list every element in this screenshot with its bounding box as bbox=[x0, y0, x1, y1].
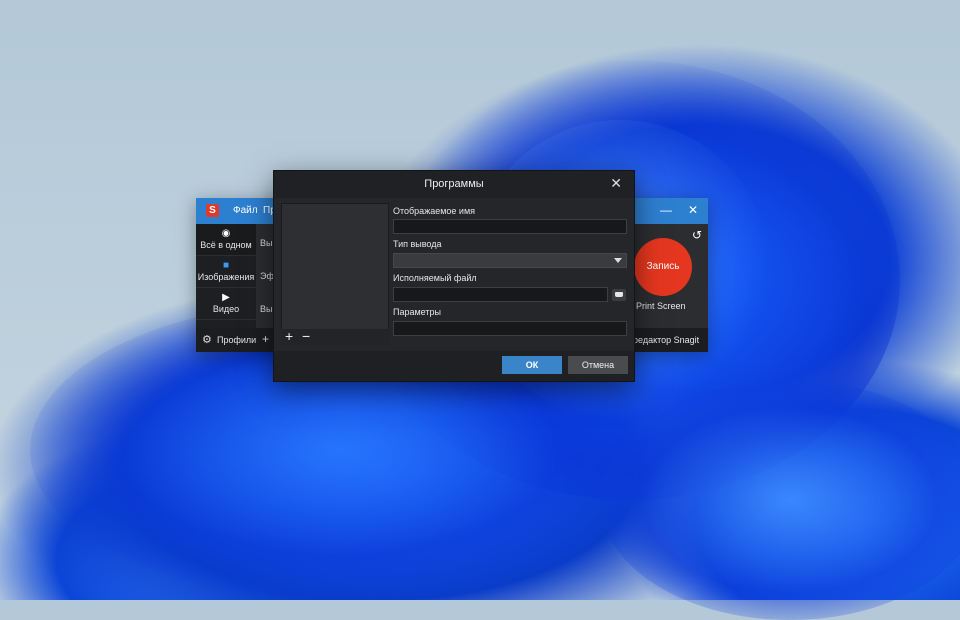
hotkey-label: Print Screen bbox=[636, 301, 686, 311]
dialog-title: Программы bbox=[424, 178, 484, 190]
add-program-button[interactable]: + bbox=[285, 328, 293, 344]
ok-button[interactable]: ОК bbox=[502, 356, 562, 374]
display-name-input[interactable] bbox=[393, 219, 627, 234]
menu-file[interactable]: Файл bbox=[233, 205, 258, 216]
output-type-label: Тип вывода bbox=[393, 239, 442, 249]
capture-option-2[interactable]: Эф bbox=[260, 271, 274, 281]
minimize-button[interactable]: — bbox=[660, 203, 672, 217]
reset-icon[interactable]: ↺ bbox=[692, 228, 702, 242]
output-type-select[interactable] bbox=[393, 253, 627, 268]
parameters-label: Параметры bbox=[393, 307, 441, 317]
gear-icon: ⚙ bbox=[202, 334, 212, 346]
programs-dialog: Программы ✕ + − Отображаемое имя Тип выв… bbox=[273, 170, 635, 382]
record-button[interactable]: Запись bbox=[634, 238, 692, 296]
add-profile-button[interactable]: + bbox=[262, 332, 269, 346]
close-button[interactable]: ✕ bbox=[688, 203, 698, 217]
capture-option-3[interactable]: Вы bbox=[260, 304, 272, 314]
executable-label: Исполняемый файл bbox=[393, 273, 477, 283]
dialog-close-button[interactable]: ✕ bbox=[610, 175, 622, 192]
mode-all-in-one[interactable]: ◉ Всё в одном bbox=[196, 224, 256, 256]
mode-label: Всё в одном bbox=[200, 240, 252, 250]
remove-program-button[interactable]: − bbox=[302, 328, 310, 344]
record-dot-icon: ◉ bbox=[221, 228, 231, 239]
profiles-button[interactable]: Профили bbox=[217, 335, 256, 345]
mode-label: Видео bbox=[212, 304, 240, 314]
executable-input[interactable] bbox=[393, 287, 608, 302]
chevron-down-icon bbox=[614, 258, 622, 263]
snagit-logo-icon: S bbox=[206, 204, 219, 217]
open-editor-link[interactable]: редактор Snagit bbox=[633, 335, 699, 345]
mode-label: Изображения bbox=[197, 272, 255, 282]
mode-video[interactable]: ▶ Видео bbox=[196, 288, 256, 320]
display-name-label: Отображаемое имя bbox=[393, 206, 476, 216]
parameters-input[interactable] bbox=[393, 321, 627, 336]
mode-images[interactable]: ■ Изображения bbox=[196, 256, 256, 288]
wallpaper-bloom bbox=[600, 380, 960, 620]
camera-icon: ■ bbox=[222, 260, 230, 271]
folder-icon[interactable] bbox=[612, 289, 626, 301]
video-camera-icon: ▶ bbox=[222, 292, 230, 303]
dialog-titlebar: Программы ✕ bbox=[274, 171, 634, 198]
capture-mode-sidebar: ◉ Всё в одном ■ Изображения ▶ Видео bbox=[196, 224, 256, 328]
cancel-button[interactable]: Отмена bbox=[568, 356, 628, 374]
programs-list[interactable] bbox=[281, 203, 389, 330]
list-actions: + − bbox=[281, 328, 389, 345]
capture-option-1[interactable]: Вы bbox=[260, 238, 272, 248]
